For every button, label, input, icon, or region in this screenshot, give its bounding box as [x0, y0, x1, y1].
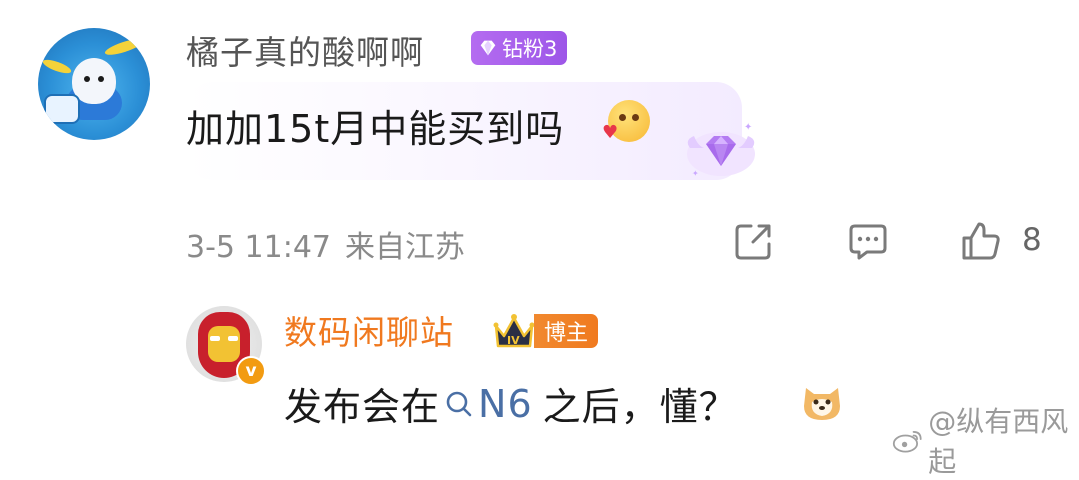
- user-avatar[interactable]: [38, 28, 150, 140]
- blush-emoji-icon: ♥: [602, 100, 650, 143]
- cymbal-shape: [41, 57, 73, 76]
- verified-badge: v: [236, 356, 266, 386]
- fan-badge-label: 钻粉3: [502, 37, 558, 61]
- username[interactable]: 数码闲聊站: [284, 306, 454, 354]
- comment-text: 发布会在 N6 之后，懂？: [284, 376, 738, 431]
- search-icon: [446, 391, 472, 416]
- avatar-faceplate: [208, 326, 240, 362]
- username[interactable]: 橘子真的酸啊啊: [186, 26, 424, 74]
- comment-meta: 3-5 11:47 来自江苏: [186, 222, 479, 266]
- dog-emoji-icon: [804, 388, 840, 420]
- blogger-badge-label: 博主: [544, 321, 589, 346]
- fan-badge[interactable]: 钻粉3: [471, 31, 568, 65]
- watermark: @纵有西风起: [892, 400, 1079, 480]
- diamond-icon: [480, 40, 496, 56]
- crown-icon: IV: [493, 314, 535, 348]
- avatar-eye: [210, 336, 220, 341]
- heart-icon: ♥: [602, 122, 619, 143]
- avatar-eye: [84, 76, 90, 82]
- location: 来自江苏: [345, 230, 465, 265]
- svg-text:✦: ✦: [744, 122, 752, 133]
- like-count: 8: [1022, 222, 1042, 258]
- avatar-drum: [44, 94, 80, 124]
- search-term: N6: [478, 381, 533, 426]
- diamond-decoration-icon: ✦ ✦: [687, 122, 755, 178]
- svg-text:✦: ✦: [692, 169, 699, 178]
- comment-icon[interactable]: [845, 218, 891, 264]
- avatar-eye: [98, 76, 104, 82]
- crown-level: IV: [507, 334, 520, 347]
- weibo-logo-icon: [892, 431, 922, 453]
- emoji-eye: [632, 114, 639, 121]
- search-link[interactable]: N6: [442, 382, 533, 426]
- watermark-text: @纵有西风起: [928, 405, 1069, 478]
- avatar-eye: [228, 336, 238, 341]
- thumbs-up-icon[interactable]: [958, 218, 1004, 264]
- comment-text-before: 发布会在: [284, 385, 441, 429]
- cymbal-shape: [103, 36, 145, 58]
- comment-text: 加加15t月中能买到吗: [186, 107, 565, 151]
- blogger-badge[interactable]: 博主: [534, 314, 599, 348]
- share-icon[interactable]: [731, 218, 777, 264]
- emoji-eye: [619, 114, 626, 121]
- timestamp: 3-5 11:47: [186, 230, 331, 265]
- comment-text-after: 之后，懂？: [542, 385, 738, 429]
